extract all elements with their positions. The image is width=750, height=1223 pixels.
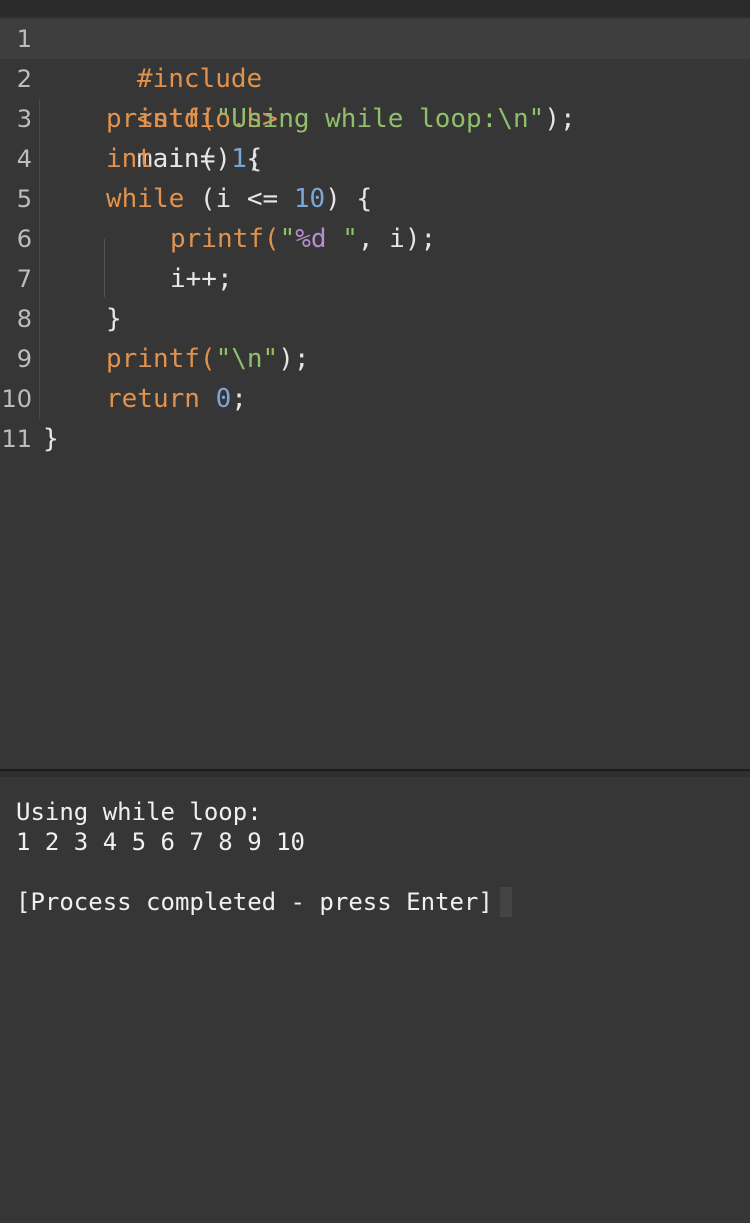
call-arguments: , i); xyxy=(357,224,437,254)
loop-keyword: while xyxy=(106,184,185,214)
terminal-output-line: 1 2 3 4 5 6 7 8 9 10 xyxy=(16,828,305,856)
code-line-8[interactable]: 8 } xyxy=(0,299,750,339)
number-literal: 0 xyxy=(215,384,232,414)
function-call: printf( xyxy=(106,104,216,134)
string-quote: " xyxy=(279,224,296,254)
string-literal: "\n" xyxy=(215,344,279,374)
code-line-2[interactable]: 2 int main() { xyxy=(0,59,750,174)
line-number: 8 xyxy=(16,305,32,333)
terminal-output-line: Using while loop: xyxy=(16,798,262,826)
top-bar xyxy=(0,0,750,17)
statement-end: ; xyxy=(246,144,263,174)
code-line-5[interactable]: 5 while (i <= 10) { xyxy=(0,179,750,219)
statement-end: ); xyxy=(544,104,576,134)
function-call: printf( xyxy=(170,224,280,254)
code-editor[interactable]: 1 #include <stdio.h> 2 int main() { 3 pr… xyxy=(0,17,750,769)
code-line-1[interactable]: 1 #include <stdio.h> xyxy=(0,19,750,134)
terminal-output[interactable]: Using while loop: 1 2 3 4 5 6 7 8 9 10 [… xyxy=(0,777,750,1223)
code-line-10[interactable]: 10 return 0; xyxy=(0,379,750,419)
gutter-separator xyxy=(39,179,40,219)
gutter-separator xyxy=(39,219,40,259)
block-close: } xyxy=(106,304,122,334)
gutter-separator xyxy=(39,99,40,139)
format-specifier: %d xyxy=(295,224,327,254)
gutter-separator xyxy=(39,299,40,339)
string-quote: " xyxy=(326,224,358,254)
gutter-separator xyxy=(39,379,40,419)
code-line-9[interactable]: 9 printf("\n"); xyxy=(0,339,750,379)
function-call: printf( xyxy=(106,344,216,374)
line-number: 9 xyxy=(16,345,32,373)
gutter-separator xyxy=(39,339,40,379)
line-number: 10 xyxy=(1,385,32,413)
number-literal: 1 xyxy=(231,144,247,174)
block-close: } xyxy=(43,424,59,454)
type-keyword: int xyxy=(106,144,153,174)
code-line-3[interactable]: 3 printf("Using while loop:\n"); xyxy=(0,99,750,139)
line-number: 5 xyxy=(16,185,32,213)
gutter-separator xyxy=(39,259,40,299)
return-keyword: return xyxy=(106,384,200,414)
increment-statement: i++; xyxy=(170,264,233,294)
string-literal: "Using while loop:\n" xyxy=(215,104,545,134)
line-number: 3 xyxy=(16,105,32,133)
statement-end: ); xyxy=(278,344,310,374)
line-number: 4 xyxy=(16,145,32,173)
line-number: 1 xyxy=(16,25,32,53)
loop-condition: (i <= xyxy=(184,184,294,214)
line-number: 11 xyxy=(1,425,32,453)
code-line-4[interactable]: 4 int i = 1; xyxy=(0,139,750,179)
block-open: ) { xyxy=(325,184,373,214)
code-line-11[interactable]: 11 } xyxy=(0,419,750,459)
statement-end: ; xyxy=(231,384,247,414)
gutter-separator xyxy=(39,139,40,179)
process-status: [Process completed - press Enter] xyxy=(16,888,493,916)
line-number: 7 xyxy=(16,265,32,293)
variable-declaration: i = xyxy=(152,144,232,174)
line-number: 2 xyxy=(16,65,32,93)
code-line-7[interactable]: 7 i++; xyxy=(0,259,750,299)
line-number: 6 xyxy=(16,225,32,253)
code-line-6[interactable]: 6 printf("%d ", i); xyxy=(0,219,750,259)
terminal-cursor xyxy=(500,887,512,917)
indent-guide xyxy=(104,239,105,297)
number-literal: 10 xyxy=(293,184,326,214)
